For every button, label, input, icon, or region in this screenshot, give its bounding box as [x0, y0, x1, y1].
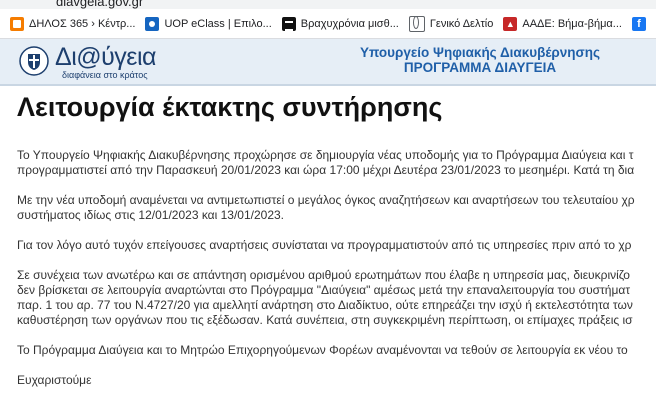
paragraph-thanks: Ευχαριστούμε [17, 373, 656, 388]
text-line: Το Πρόγραμμα Διαύγεια και το Μητρώο Επιχ… [17, 343, 628, 357]
paragraph-urgent-posts: Για τον λόγο αυτό τυχόν επείγουσες αναρτ… [17, 238, 656, 253]
facebook-icon: f [631, 16, 646, 31]
dark-square-icon [281, 16, 296, 31]
bookmark-label: Γενικό Δελτίο [429, 17, 494, 30]
paragraph-resume: Το Πρόγραμμα Διαύγεια και το Μητρώο Επιχ… [17, 343, 656, 358]
address-bar[interactable]: diavgeia.gov.gr [0, 0, 656, 9]
text-line: Για τον λόγο αυτό τυχόν επείγουσες αναρτ… [17, 238, 632, 252]
paragraph-new-infrastructure: Με την νέα υποδομή αναμένεται να αντιμετ… [17, 193, 656, 223]
bookmark-uop-eclass[interactable]: UOP eClass | Επιλο... [145, 16, 272, 31]
site-header: Δι@ύγεια διαφάνεια στο κράτος Υπουργείο … [0, 39, 656, 86]
announcement-body: Το Υπουργείο Ψηφιακής Διακυβέρνησης προχ… [17, 148, 656, 403]
paragraph-clarification: Σε συνέχεια των ανωτέρω και σε απάντηση … [17, 268, 656, 328]
ministry-title: Υπουργείο Ψηφιακής Διακυβέρνησης ΠΡΟΓΡΑΜ… [330, 45, 630, 75]
bookmark-short-term[interactable]: Βραχυχρόνια μισθ... [281, 16, 399, 31]
bookmark-dilos[interactable]: ΔΗΛΟΣ 365 › Κέντρ... [10, 16, 136, 31]
ministry-name: Υπουργείο Ψηφιακής Διακυβέρνησης [359, 45, 601, 60]
bookmark-label: Βραχυχρόνια μισθ... [300, 17, 399, 30]
text-line: καθυστέρηση των οργάνων που τις εξέδωσαν… [17, 313, 633, 327]
greek-seal-icon [19, 46, 49, 76]
uop-icon [145, 16, 160, 31]
text-line: παρ. 1 του αρ. 77 του Ν.4727/20 για αμελ… [17, 298, 633, 312]
site-logo[interactable]: Δι@ύγεια [55, 43, 156, 72]
bookmark-general-bulletin[interactable]: Γενικό Δελτίο [408, 15, 494, 32]
bookmark-label: ΔΗΛΟΣ 365 › Κέντρ... [29, 17, 136, 30]
text-line: προγραμματιστεί από την Παρασκευή 20/01/… [17, 163, 635, 177]
text-line: συστήματος ιδίως στις 12/01/2023 και 13/… [17, 208, 285, 222]
program-name: ΠΡΟΓΡΑΜΜΑ ΔΙΑΥΓΕΙΑ [403, 60, 557, 75]
text-line: Με την νέα υποδομή αναμένεται να αντιμετ… [17, 193, 635, 207]
orange-square-icon [10, 16, 24, 31]
bookmark-facebook[interactable]: f [631, 16, 651, 31]
text-line: Ευχαριστούμε [17, 373, 92, 387]
text-line: Σε συνέχεια των ανωτέρω και σε απάντηση … [17, 268, 630, 282]
bookmark-aade[interactable]: ▲ ΑΑΔΕ: Βήμα-βήμα... [503, 16, 622, 31]
paragraph-infrastructure: Το Υπουργείο Ψηφιακής Διακυβέρνησης προχ… [17, 148, 656, 178]
text-line: Το Υπουργείο Ψηφιακής Διακυβέρνησης προχ… [17, 148, 634, 162]
globe-icon [408, 15, 425, 32]
bookmark-label: ΑΑΔΕ: Βήμα-βήμα... [522, 17, 622, 30]
site-tagline: διαφάνεια στο κράτος [62, 70, 148, 80]
aade-icon: ▲ [503, 16, 518, 31]
address-url[interactable]: diavgeia.gov.gr [56, 0, 143, 9]
bookmark-label: UOP eClass | Επιλο... [164, 17, 272, 30]
bookmarks-bar: ΔΗΛΟΣ 365 › Κέντρ... UOP eClass | Επιλο.… [0, 9, 656, 39]
page-title: Λειτουργία έκτακτης συντήρησης [17, 92, 443, 122]
text-line: δεν βρίσκεται σε λειτουργία αναρτώνται σ… [17, 283, 631, 297]
